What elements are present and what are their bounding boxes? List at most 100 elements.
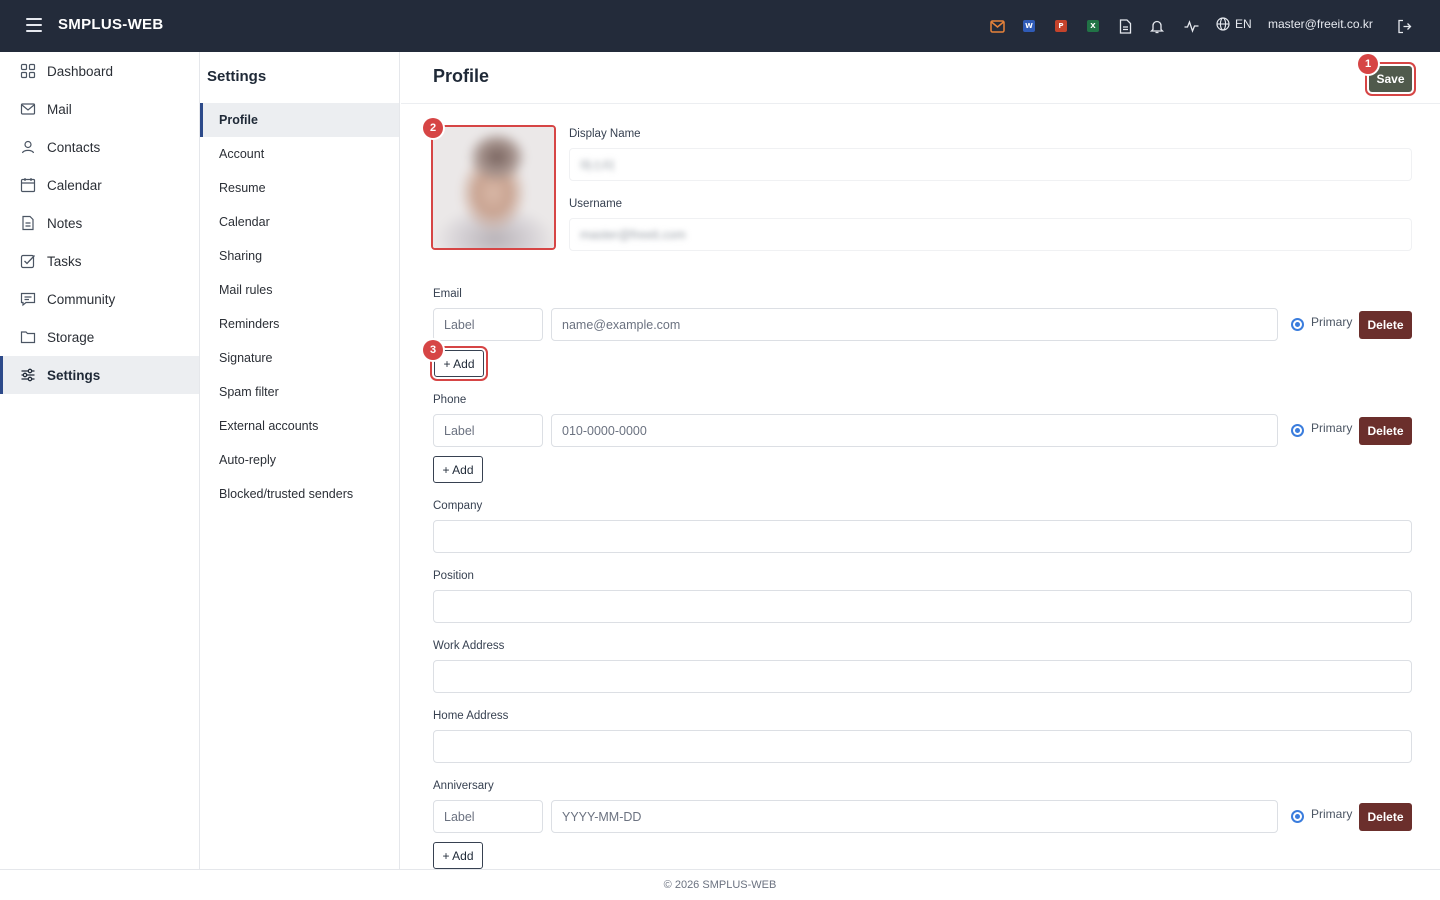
sidebar-item-calendar[interactable]: Calendar bbox=[0, 166, 199, 204]
settings-item-signature[interactable]: Signature bbox=[200, 341, 399, 375]
excel-app-icon[interactable]: X bbox=[1085, 18, 1101, 34]
sidebar-item-tasks[interactable]: Tasks bbox=[0, 242, 199, 280]
folder-icon bbox=[20, 331, 36, 344]
sidebar: Dashboard Mail Contacts Calendar Notes T… bbox=[0, 52, 200, 869]
sidebar-item-label: Notes bbox=[47, 215, 83, 231]
logout-icon[interactable] bbox=[1396, 18, 1412, 34]
phone-section-label: Phone bbox=[433, 394, 467, 406]
email-label-placeholder: Label bbox=[444, 317, 475, 332]
settings-item-spam-filter[interactable]: Spam filter bbox=[200, 375, 399, 409]
phone-add-button[interactable]: + Add bbox=[433, 456, 483, 483]
globe-icon bbox=[1216, 17, 1230, 31]
anniversary-primary-radio[interactable] bbox=[1291, 810, 1304, 823]
username-field[interactable]: master@freeit.com bbox=[569, 218, 1412, 251]
settings-item-external-accounts[interactable]: External accounts bbox=[200, 409, 399, 443]
settings-item-mail-rules[interactable]: Mail rules bbox=[200, 273, 399, 307]
phone-delete-button[interactable]: Delete bbox=[1359, 417, 1412, 445]
company-input[interactable] bbox=[433, 520, 1412, 553]
sidebar-item-notes[interactable]: Notes bbox=[0, 204, 199, 242]
activity-icon[interactable] bbox=[1183, 18, 1199, 34]
calendar-icon bbox=[20, 178, 36, 193]
menu-icon[interactable] bbox=[26, 18, 42, 32]
settings-item-calendar[interactable]: Calendar bbox=[200, 205, 399, 239]
page-title: Profile bbox=[433, 66, 490, 86]
sidebar-item-settings[interactable]: Settings bbox=[0, 356, 199, 394]
company-label: Company bbox=[433, 500, 483, 512]
email-input[interactable]: name@example.com bbox=[551, 308, 1278, 341]
anniversary-label-input[interactable]: Label bbox=[433, 800, 543, 833]
step-badge-3: 3 bbox=[423, 340, 443, 360]
sidebar-item-label: Contacts bbox=[47, 139, 101, 155]
sidebar-item-dashboard[interactable]: Dashboard bbox=[0, 52, 199, 90]
phone-placeholder: 010-0000-0000 bbox=[562, 423, 647, 438]
email-section-label: Email bbox=[433, 288, 462, 300]
footer: © 2026 SMPLUS-WEB bbox=[0, 869, 1440, 900]
app-brand[interactable]: SMPLUS-WEB bbox=[58, 16, 164, 33]
email-label-input[interactable]: Label bbox=[433, 308, 543, 341]
sidebar-item-label: Tasks bbox=[47, 253, 82, 269]
settings-item-profile[interactable]: Profile bbox=[200, 103, 399, 137]
work-address-label: Work Address bbox=[433, 640, 505, 652]
email-primary-label: Primary bbox=[1311, 315, 1353, 329]
settings-item-resume[interactable]: Resume bbox=[200, 171, 399, 205]
profile-panel: Profile Save 1 2 Display Name 마스터 Userna… bbox=[401, 52, 1440, 869]
phone-label-input[interactable]: Label bbox=[433, 414, 543, 447]
sidebar-item-label: Community bbox=[47, 291, 116, 307]
profile-header: Profile Save 1 bbox=[401, 52, 1440, 104]
settings-item-account[interactable]: Account bbox=[200, 137, 399, 171]
display-name-label: Display Name bbox=[569, 128, 641, 140]
settings-item-blocked-senders[interactable]: Blocked/trusted senders bbox=[200, 477, 399, 511]
phone-input[interactable]: 010-0000-0000 bbox=[551, 414, 1278, 447]
word-app-icon[interactable]: W bbox=[1021, 18, 1037, 34]
anniversary-section-label: Anniversary bbox=[433, 780, 494, 792]
settings-item-auto-reply[interactable]: Auto-reply bbox=[200, 443, 399, 477]
email-delete-button[interactable]: Delete bbox=[1359, 311, 1412, 339]
sidebar-item-label: Settings bbox=[47, 367, 101, 383]
phone-primary-label: Primary bbox=[1311, 421, 1353, 435]
copyright-text: © 2026 SMPLUS-WEB bbox=[663, 879, 777, 891]
sidebar-item-label: Storage bbox=[47, 329, 95, 345]
settings-icon bbox=[21, 368, 35, 382]
phone-primary-radio[interactable] bbox=[1291, 424, 1304, 437]
anniversary-placeholder: YYYY-MM-DD bbox=[562, 809, 642, 824]
display-name-value: 마스터 bbox=[580, 159, 615, 173]
position-input[interactable] bbox=[433, 590, 1412, 623]
language-label: EN bbox=[1235, 17, 1252, 31]
avatar bbox=[433, 127, 554, 248]
bell-icon[interactable] bbox=[1149, 18, 1165, 34]
work-address-input[interactable] bbox=[433, 660, 1412, 693]
anniversary-add-button[interactable]: + Add bbox=[433, 842, 483, 869]
sidebar-item-community[interactable]: Community bbox=[0, 280, 199, 318]
anniversary-label-placeholder: Label bbox=[444, 809, 475, 824]
document-icon[interactable] bbox=[1117, 18, 1133, 34]
notes-icon bbox=[22, 215, 34, 231]
home-address-input[interactable] bbox=[433, 730, 1412, 763]
tasks-icon bbox=[20, 254, 35, 269]
sidebar-item-mail[interactable]: Mail bbox=[0, 90, 199, 128]
settings-menu: Settings Profile Account Resume Calendar… bbox=[200, 52, 400, 869]
avatar-upload[interactable] bbox=[431, 125, 556, 250]
dashboard-icon bbox=[20, 63, 36, 79]
username-value: master@freeit.com bbox=[580, 227, 686, 242]
anniversary-delete-button[interactable]: Delete bbox=[1359, 803, 1412, 831]
sidebar-item-storage[interactable]: Storage bbox=[0, 318, 199, 356]
sidebar-item-contacts[interactable]: Contacts bbox=[0, 128, 199, 166]
sidebar-item-label: Mail bbox=[47, 101, 72, 117]
powerpoint-app-icon[interactable]: P bbox=[1053, 18, 1069, 34]
email-primary-radio[interactable] bbox=[1291, 318, 1304, 331]
anniversary-input[interactable]: YYYY-MM-DD bbox=[551, 800, 1278, 833]
language-selector[interactable]: EN bbox=[1216, 17, 1252, 31]
mail-app-icon[interactable] bbox=[989, 18, 1005, 34]
settings-item-reminders[interactable]: Reminders bbox=[200, 307, 399, 341]
top-bar: SMPLUS-WEB W P X EN master@freeit.co.kr bbox=[0, 0, 1440, 52]
user-email[interactable]: master@freeit.co.kr bbox=[1268, 17, 1373, 31]
home-address-label: Home Address bbox=[433, 710, 509, 722]
step-badge-2: 2 bbox=[423, 118, 443, 138]
settings-menu-title: Settings bbox=[207, 68, 267, 85]
settings-item-sharing[interactable]: Sharing bbox=[200, 239, 399, 273]
email-placeholder: name@example.com bbox=[562, 317, 681, 332]
display-name-field[interactable]: 마스터 bbox=[569, 148, 1412, 181]
sidebar-item-label: Calendar bbox=[47, 177, 102, 193]
contacts-icon bbox=[21, 140, 35, 154]
sidebar-item-label: Dashboard bbox=[47, 63, 114, 79]
